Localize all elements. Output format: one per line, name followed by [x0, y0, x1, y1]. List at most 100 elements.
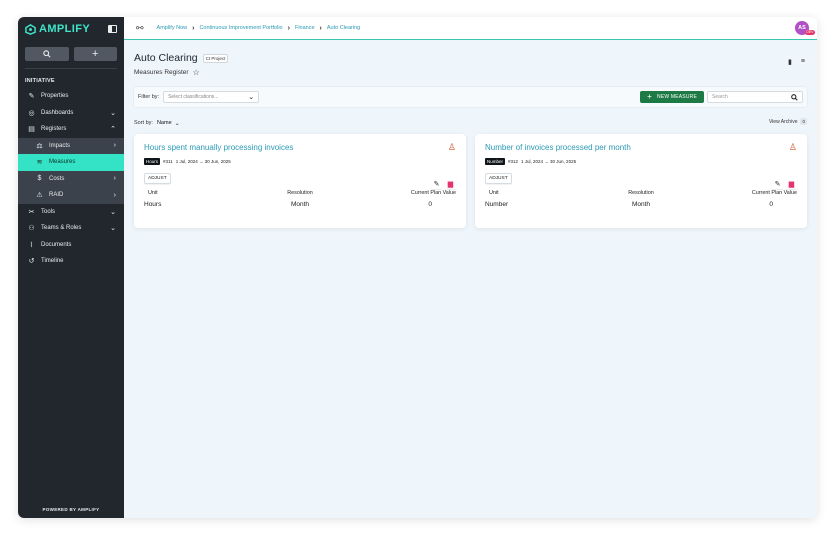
tools-icon: ✂: [28, 208, 35, 216]
chevron-right-icon: ›: [113, 191, 116, 199]
adjust-button[interactable]: ADJUST: [144, 173, 171, 184]
resolution-value: Month: [290, 201, 310, 208]
sidebar-item-label: RAID: [49, 192, 64, 199]
sidebar-item-timeline[interactable]: ↺ Timeline: [18, 253, 124, 270]
classification-placeholder: Select classifications...: [168, 94, 219, 100]
card-actions: ✎ ▆: [431, 178, 456, 189]
sidebar-add-button[interactable]: +: [73, 47, 117, 61]
resolution-header: Resolution: [628, 190, 654, 196]
view-archive-label: View Archive: [768, 118, 798, 125]
measure-card: Number of invoices processed per month ♙…: [475, 134, 807, 228]
page-title: Auto Clearing: [134, 52, 198, 64]
measure-id: #312: [508, 159, 519, 164]
plan-value-header: Current Plan Value: [410, 190, 456, 196]
hierarchy-icon[interactable]: ⚯: [136, 23, 144, 34]
menu-icon[interactable]: ≡: [801, 58, 805, 66]
logo-mark-icon: [25, 23, 36, 35]
plan-value: 0: [428, 201, 432, 208]
sidebar-item-impacts[interactable]: ⚖ Impacts ›: [18, 137, 124, 154]
trash-icon[interactable]: ▆: [445, 178, 456, 189]
register-icon: ▤: [28, 126, 35, 134]
sidebar-item-raid[interactable]: ⚠ RAID ›: [18, 187, 124, 204]
chevron-down-icon: ⌄: [248, 94, 255, 101]
sidebar-tools: +: [18, 41, 124, 61]
page-subtitle: Measures Register: [134, 69, 189, 76]
search-icon: [43, 50, 51, 58]
warning-icon: ⚠: [36, 192, 43, 200]
sidebar-search-button[interactable]: [25, 47, 69, 61]
view-archive-toggle[interactable]: View Archive 0: [769, 118, 807, 125]
app-window: AMPLIFY + INITIATIVE ✎ Properties ◎ Dash…: [18, 17, 817, 518]
filter-label: Filter by:: [138, 94, 160, 100]
chevron-right-icon: ›: [192, 24, 195, 32]
measure-card: Hours spent manually processing invoices…: [134, 134, 466, 228]
person-icon[interactable]: ♙: [789, 142, 797, 153]
pencil-icon[interactable]: ✎: [772, 178, 783, 189]
breadcrumb-item[interactable]: Continuous Improvement Portfolio: [199, 25, 282, 31]
sidebar-item-properties[interactable]: ✎ Properties: [18, 88, 124, 105]
paperclip-icon: ⌇: [29, 241, 34, 249]
measure-title[interactable]: Hours spent manually processing invoices: [144, 143, 456, 152]
new-measure-label: NEW MEASURE: [657, 94, 697, 100]
main-content: ⚯ Amplify Now › Continuous Improvement P…: [124, 17, 817, 518]
pencil-icon[interactable]: ✎: [431, 178, 442, 189]
measures-icon: ≋: [36, 159, 43, 167]
search-icon[interactable]: [791, 93, 798, 101]
new-measure-button[interactable]: + NEW MEASURE: [640, 91, 704, 103]
pencil-icon: ✎: [28, 93, 35, 101]
chevron-down-icon: ⌄: [110, 208, 116, 216]
page-actions: ▮ ≡: [788, 58, 805, 66]
env-badge: DEV: [804, 30, 815, 35]
unit-value: Number: [485, 201, 509, 208]
sidebar-section-label: INITIATIVE: [25, 78, 55, 84]
classification-select[interactable]: Select classifications... ⌄: [163, 91, 260, 103]
archive-count-badge: 0: [800, 118, 807, 125]
chevron-right-icon: ›: [113, 175, 116, 183]
trash-icon[interactable]: ▆: [786, 178, 797, 189]
sidebar-item-registers[interactable]: ▤ Registers ⌃: [18, 121, 124, 138]
resolution-value: Month: [631, 201, 651, 208]
sidebar-item-tools[interactable]: ✂ Tools ⌄: [18, 204, 124, 221]
history-icon: ↺: [28, 258, 35, 266]
sort-select[interactable]: Name: [157, 120, 172, 126]
measure-details: Unit Resolution Current Plan Value Numbe…: [485, 190, 797, 208]
team-icon: ⚇: [28, 225, 35, 233]
plus-icon: +: [647, 92, 653, 101]
adjust-button[interactable]: ADJUST: [485, 173, 512, 184]
sidebar-item-costs[interactable]: $ Costs ›: [18, 170, 124, 187]
top-bar: ⚯ Amplify Now › Continuous Improvement P…: [124, 17, 817, 40]
sidebar-item-label: Properties: [41, 93, 69, 100]
measure-title[interactable]: Number of invoices processed per month: [485, 143, 797, 152]
breadcrumb-item-current[interactable]: Auto Clearing: [327, 25, 360, 31]
sidebar-item-teams-roles[interactable]: ⚇ Teams & Roles ⌄: [18, 220, 124, 237]
page-header: Auto Clearing CI Project Measures Regist…: [124, 40, 817, 77]
sidebar-item-documents[interactable]: ⌇ Documents: [18, 237, 124, 254]
measure-meta: Hours #311 1 Jul, 2024 → 30 Jun, 2025: [144, 158, 456, 165]
filter-bar: Filter by: Select classifications... ⌄ +…: [134, 87, 807, 107]
collapse-sidebar-icon[interactable]: [108, 25, 117, 33]
unit-header: Unit: [148, 190, 158, 196]
document-icon[interactable]: ▮: [788, 58, 792, 66]
person-icon[interactable]: ♙: [448, 142, 456, 153]
search-placeholder: Search: [712, 94, 728, 100]
search-input[interactable]: Search: [707, 91, 803, 103]
breadcrumb-item[interactable]: Finance: [295, 25, 315, 31]
unit-badge: Number: [485, 158, 506, 165]
project-tag: CI Project: [202, 53, 229, 63]
sidebar-item-label: Documents: [41, 241, 72, 248]
sidebar-item-measures[interactable]: ≋ Measures: [18, 154, 124, 171]
sidebar-item-label: Measures: [49, 159, 76, 166]
sort-label: Sort by:: [134, 120, 153, 126]
chevron-down-icon[interactable]: ⌄: [175, 120, 180, 127]
plan-value-header: Current Plan Value: [751, 190, 797, 196]
dashboard-icon: ◎: [28, 109, 35, 117]
unit-header: Unit: [489, 190, 499, 196]
dollar-icon: $: [37, 175, 42, 183]
logo[interactable]: AMPLIFY: [25, 23, 90, 35]
sidebar-footer: POWERED BY AMPLIFY: [42, 507, 100, 512]
breadcrumb-item[interactable]: Amplify Now: [157, 25, 188, 31]
sidebar-item-dashboards[interactable]: ◎ Dashboards ⌄: [18, 105, 124, 122]
sidebar-header: AMPLIFY: [18, 17, 124, 41]
star-icon[interactable]: ☆: [193, 68, 200, 77]
sidebar-item-label: Costs: [49, 175, 65, 182]
